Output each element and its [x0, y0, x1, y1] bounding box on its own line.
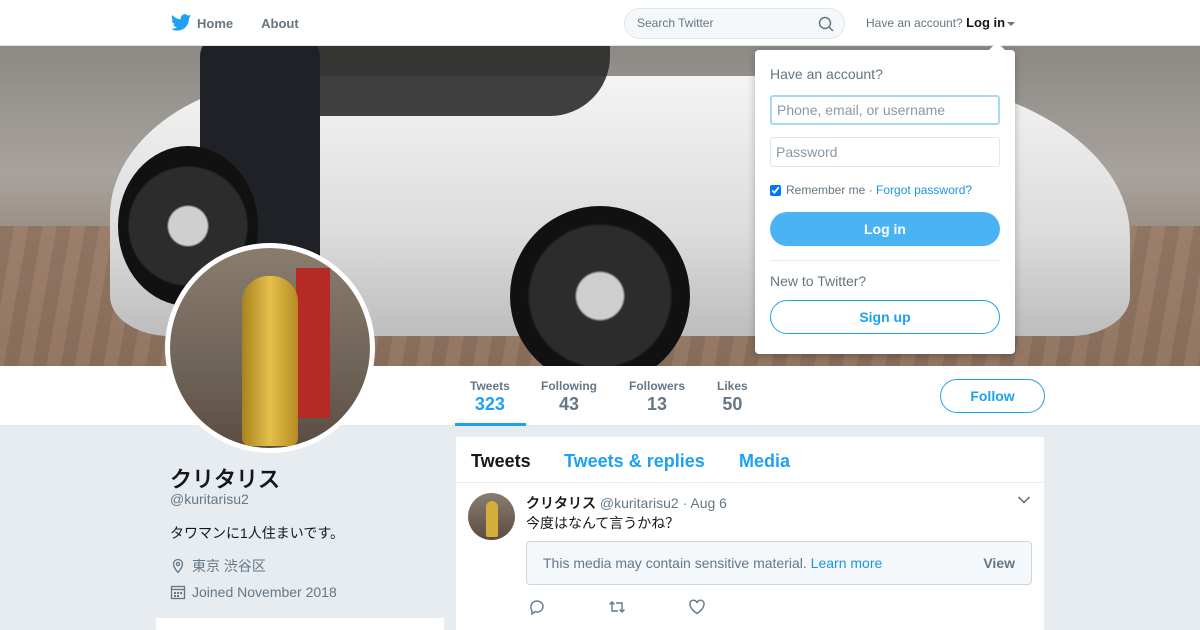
location-text: 東京 渋谷区 [192, 558, 266, 574]
profile-location: 東京 渋谷区 [170, 556, 266, 576]
profile-joined: Joined November 2018 [170, 584, 337, 600]
nav-about-label: About [261, 15, 299, 31]
stat-value: 50 [722, 394, 743, 414]
view-button[interactable]: View [983, 555, 1015, 571]
dropdown-divider [770, 260, 1000, 261]
active-stat-underline [455, 423, 526, 426]
profile-bio: タワマンに1人住まいです。 [170, 525, 344, 541]
learn-more-link[interactable]: Learn more [811, 555, 883, 571]
stat-value: 13 [646, 394, 668, 414]
caret-down-icon[interactable] [1007, 21, 1016, 26]
stat-label: Followers [629, 379, 686, 393]
left-sidebar-card [156, 618, 444, 630]
profile-avatar[interactable] [165, 243, 375, 453]
stat-following[interactable]: Following 43 [541, 379, 597, 415]
tweet-header: クリタリス @kuritarisu2 · Aug 6 [526, 493, 727, 513]
stat-value: 323 [474, 394, 505, 414]
signup-button[interactable]: Sign up [770, 300, 1000, 334]
stat-label: Following [541, 379, 597, 393]
location-icon [172, 558, 184, 574]
tweet-date[interactable]: Aug 6 [690, 495, 727, 511]
tweet-avatar-statue [486, 501, 498, 537]
chevron-down-icon[interactable] [1017, 495, 1031, 505]
nav-left: Home About [170, 0, 327, 46]
nav-home[interactable]: Home [170, 12, 233, 34]
login-prompt: Have an account? Log in [866, 15, 1016, 30]
login-menu-toggle[interactable]: Log in [966, 15, 1005, 30]
avatar-statue [242, 276, 298, 446]
stat-likes[interactable]: Likes 50 [717, 379, 748, 415]
remember-row: Remember me · Forgot password? [770, 183, 972, 197]
like-icon[interactable] [688, 598, 706, 616]
new-to-twitter-text: New to Twitter? [770, 273, 867, 289]
sensitive-media-notice: This media may contain sensitive materia… [526, 541, 1032, 585]
stat-followers[interactable]: Followers 13 [629, 379, 685, 415]
tweet-avatar[interactable] [468, 493, 515, 540]
tweet-text: 今度はなんて言うかね？ [526, 515, 680, 531]
stat-value: 43 [558, 394, 580, 414]
calendar-icon [170, 585, 186, 600]
follow-button[interactable]: Follow [940, 379, 1045, 413]
nav-home-label: Home [197, 15, 234, 31]
top-navigation-bar: Home About Have an account? Log in [0, 0, 1200, 46]
reply-icon[interactable] [528, 598, 546, 616]
login-dropdown: Have an account? Remember me · Forgot pa… [755, 42, 1015, 354]
timeline-tabs: Tweets Tweets & replies Media [456, 437, 1044, 483]
stat-label: Likes [717, 379, 748, 393]
login-button[interactable]: Log in [770, 212, 1000, 246]
sensitive-message-text: This media may contain sensitive materia… [543, 555, 807, 571]
have-account-text: Have an account? [866, 16, 963, 30]
search-box [624, 8, 845, 39]
retweet-icon[interactable] [608, 598, 626, 616]
stat-tweets[interactable]: Tweets 323 [470, 379, 510, 415]
twitter-bird-icon [170, 14, 192, 31]
tab-tweets[interactable]: Tweets [471, 451, 531, 472]
password-field[interactable] [770, 137, 1000, 167]
sensitive-message: This media may contain sensitive materia… [543, 555, 882, 571]
tab-tweets-replies[interactable]: Tweets & replies [564, 451, 705, 472]
dropdown-arrow [989, 42, 1005, 50]
search-icon[interactable] [818, 16, 834, 32]
tab-media[interactable]: Media [739, 451, 790, 472]
nav-about[interactable]: About [261, 16, 299, 31]
avatar-sign [296, 268, 330, 418]
tweet-separator: · [682, 495, 688, 511]
joined-text: Joined November 2018 [192, 584, 337, 600]
tweet-author-handle[interactable]: @kuritarisu2 [600, 495, 679, 511]
profile-display-name[interactable]: クリタリス [170, 462, 280, 494]
stat-label: Tweets [470, 379, 510, 393]
search-input[interactable] [637, 16, 807, 30]
remember-separator: · [868, 183, 873, 197]
tweet-author-name[interactable]: クリタリス [526, 495, 596, 511]
timeline: Tweets Tweets & replies Media クリタリス @kur… [456, 437, 1044, 630]
forgot-password-link[interactable]: Forgot password? [876, 183, 972, 197]
dropdown-title: Have an account? [770, 66, 883, 82]
remember-checkbox[interactable] [770, 184, 781, 196]
profile-handle[interactable]: @kuritarisu2 [170, 491, 249, 507]
username-field[interactable] [770, 95, 1000, 125]
remember-label[interactable]: Remember me [786, 183, 865, 197]
